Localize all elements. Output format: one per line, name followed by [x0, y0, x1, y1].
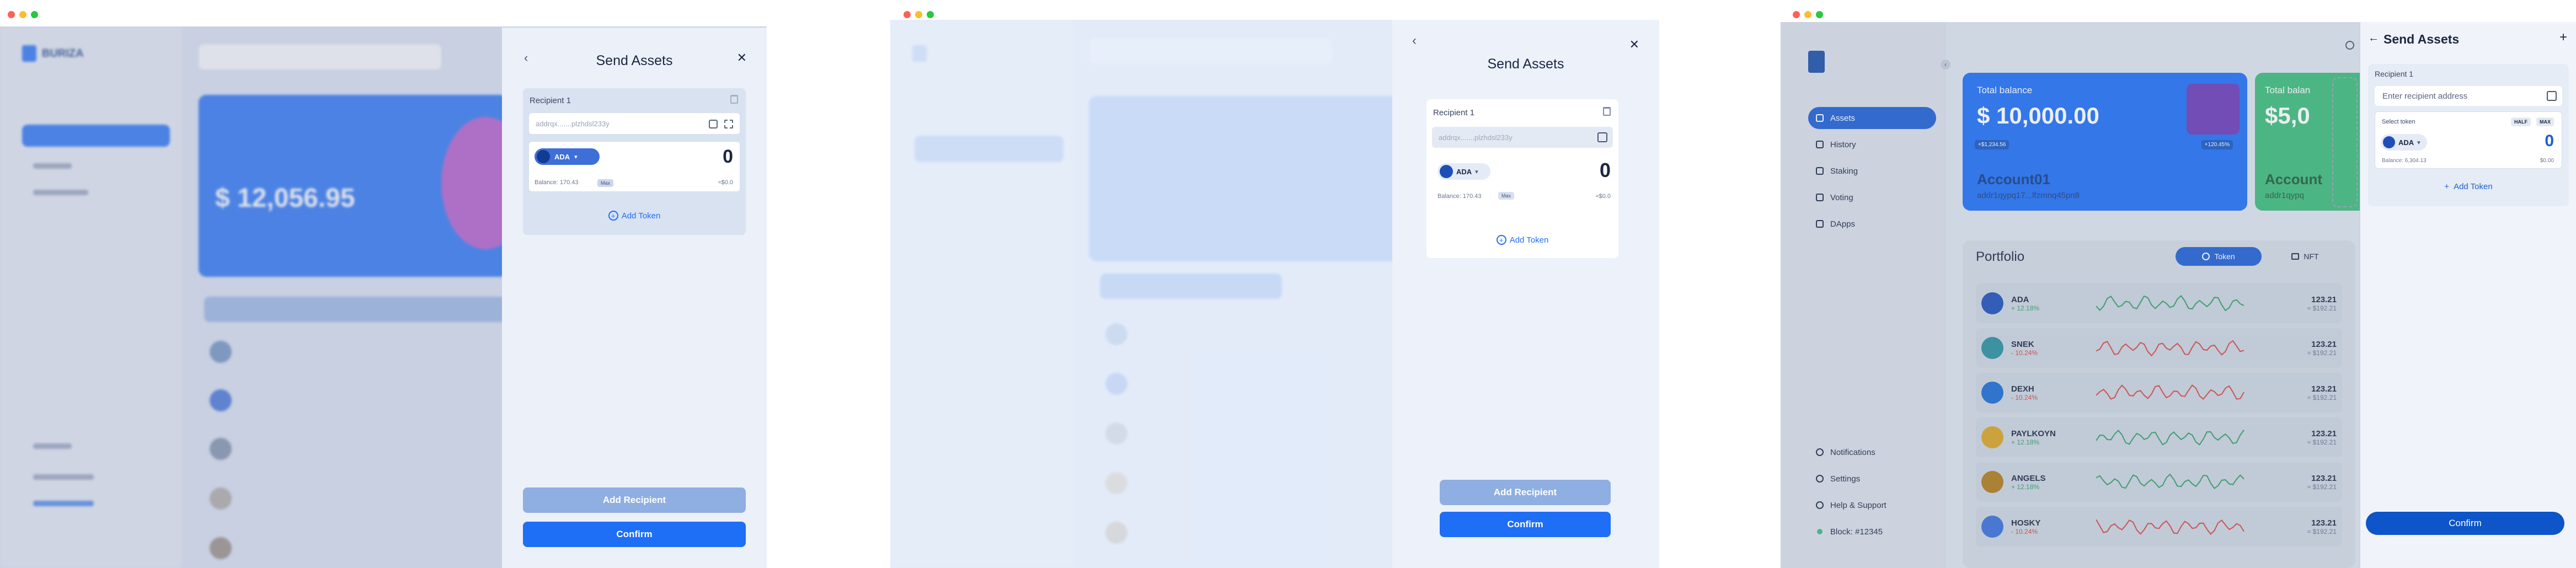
balance-text: Balance: 170.43	[1437, 193, 1482, 200]
recipient-label: Recipient 1	[2375, 69, 2414, 78]
send-assets-panel: ← Send Assets + Recipient 1 Enter recipi…	[2360, 22, 2576, 568]
add-icon[interactable]: +	[2559, 30, 2567, 45]
recipient-label: Recipient 1	[1433, 108, 1475, 117]
traffic-lights[interactable]	[8, 11, 38, 19]
add-token-button[interactable]: + Add Token	[2368, 182, 2569, 191]
recipient-placeholder: Enter recipient address	[2382, 91, 2468, 101]
balance-text: Balance: 6,304.13	[2382, 158, 2427, 164]
confirm-button[interactable]: Confirm	[1440, 512, 1611, 537]
add-token-label: Add Token	[1509, 235, 1549, 245]
half-button[interactable]: HALF	[2511, 117, 2531, 126]
panel-title: Send Assets	[2383, 32, 2460, 46]
plus-circle-icon: +	[608, 211, 618, 221]
add-token-label: Add Token	[621, 211, 661, 221]
confirm-button[interactable]: Confirm	[2366, 512, 2564, 535]
max-button[interactable]: MAX	[2536, 117, 2554, 126]
panel-title: Send Assets	[596, 53, 673, 68]
address-book-icon[interactable]	[709, 120, 718, 128]
plus-icon: +	[2444, 182, 2450, 191]
chevron-down-icon: ▾	[2417, 139, 2420, 146]
amount-value[interactable]: 0	[723, 146, 733, 168]
token-label: ADA	[1456, 167, 1472, 176]
token-select[interactable]: ADA ▾	[535, 148, 600, 165]
confirm-button[interactable]: Confirm	[523, 522, 746, 547]
max-badge[interactable]: Max	[597, 179, 614, 187]
token-select[interactable]: ADA ▾	[1437, 163, 1490, 180]
window-1: BURIZA $ 12,056.95 ‹ Send Assets ✕ Recip…	[0, 0, 767, 568]
send-assets-panel: ‹ Send Assets ✕ Recipient 1 addrqx......…	[502, 28, 767, 568]
chevron-down-icon: ▾	[574, 153, 578, 160]
traffic-lights[interactable]	[904, 11, 934, 19]
amount-row: ADA ▾ 0 Balance: 170.43 Max ≈$0.0	[1432, 156, 1613, 206]
qr-scan-icon[interactable]	[724, 120, 733, 128]
panel-title: Send Assets	[1487, 56, 1564, 72]
window-2: ‹ Send Assets ✕ Recipient 1 addrqx......…	[890, 0, 1659, 568]
traffic-lights[interactable]	[1793, 11, 1823, 19]
max-badge[interactable]: Max	[1498, 192, 1515, 200]
plus-circle-icon: +	[1496, 235, 1506, 245]
address-book-icon[interactable]	[1597, 132, 1607, 142]
amount-value[interactable]: 0	[2545, 132, 2554, 151]
recipient-card: Recipient 1 addrqx.......plzhdsl233y ADA…	[1426, 99, 1618, 258]
add-recipient-button[interactable]: Add Recipient	[523, 487, 746, 513]
balance-text: Balance: 170.43	[535, 179, 579, 186]
recipient-card: Recipient 1 addrqx.......plzhdsl233y ADA…	[523, 88, 746, 235]
amount-row: Select token HALF MAX ADA ▾ 0 Balance: 6…	[2375, 111, 2562, 169]
token-label: ADA	[2398, 138, 2414, 147]
fiat-value: $0.00	[2540, 158, 2554, 164]
delete-icon[interactable]	[730, 95, 738, 104]
address-field[interactable]: addrqx.......plzhdsl233y	[528, 112, 740, 135]
address-book-icon[interactable]	[2547, 91, 2557, 101]
close-icon[interactable]: ✕	[737, 51, 747, 65]
address-field[interactable]: addrqx.......plzhdsl233y	[1432, 127, 1613, 148]
window-3: ‹ Assets History Staking Voting DApps Notifi…	[1781, 0, 2576, 568]
add-token-label: Add Token	[2454, 182, 2493, 191]
back-icon[interactable]: ‹	[1412, 33, 1417, 49]
recipient-label: Recipient 1	[530, 96, 571, 105]
amount-row: ADA ▾ 0 Balance: 170.43 Max ≈$0.0	[528, 141, 740, 192]
amount-value[interactable]: 0	[1600, 159, 1611, 182]
fiat-value: ≈$0.0	[718, 179, 733, 186]
delete-icon[interactable]	[1603, 107, 1611, 116]
close-icon[interactable]: ✕	[1629, 37, 1639, 52]
add-recipient-button[interactable]: Add Recipient	[1440, 480, 1611, 505]
fiat-value: ≈$0.0	[1595, 193, 1611, 200]
ada-token-icon	[537, 150, 550, 163]
select-token-label: Select token	[2382, 119, 2415, 125]
address-value: addrqx.......plzhdsl233y	[1439, 133, 1513, 142]
send-assets-panel: ‹ Send Assets ✕ Recipient 1 addrqx......…	[1392, 20, 1659, 568]
ada-token-icon	[2383, 136, 2395, 148]
add-token-button[interactable]: + Add Token	[1426, 235, 1618, 245]
recipient-card: Recipient 1 Enter recipient address Sele…	[2368, 64, 2569, 206]
chevron-down-icon: ▾	[1475, 168, 1478, 175]
recipient-address-input[interactable]: Enter recipient address	[2375, 86, 2562, 106]
token-select[interactable]: ADA ▾	[2381, 134, 2427, 151]
token-label: ADA	[554, 152, 570, 161]
back-arrow-icon[interactable]: ←	[2368, 32, 2379, 45]
add-token-button[interactable]: + Add Token	[523, 211, 746, 221]
ada-token-icon	[1440, 165, 1453, 178]
address-value: addrqx.......plzhdsl233y	[536, 119, 610, 128]
